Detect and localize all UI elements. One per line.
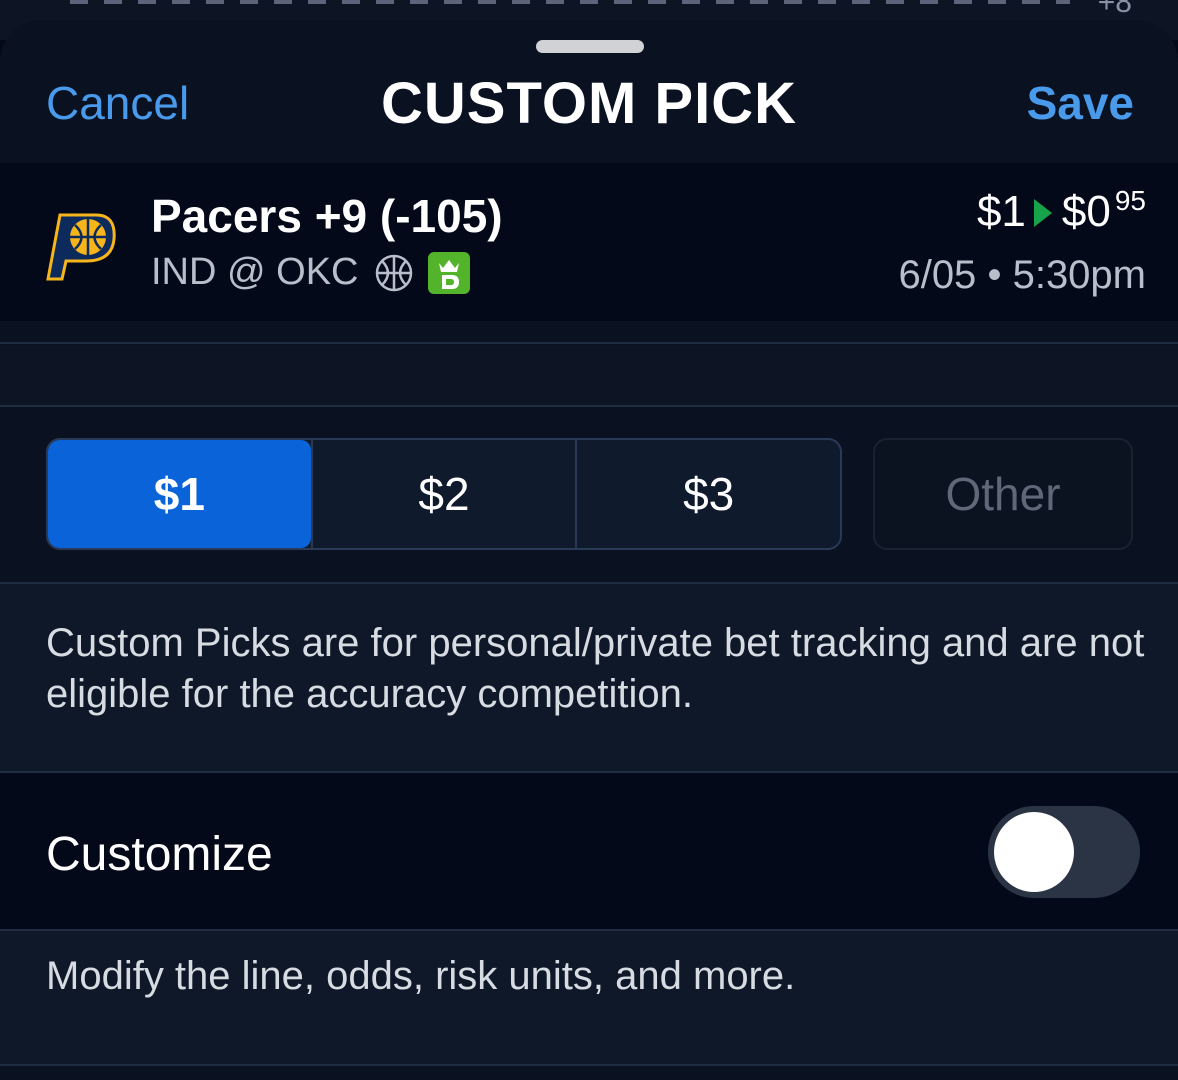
toggle-knob — [994, 812, 1074, 892]
dashed-divider — [70, 0, 1070, 4]
background-badge: +8 — [1097, 0, 1132, 19]
risk-amount-selector: $1 $2 $3 — [46, 438, 842, 550]
divider — [0, 342, 1178, 344]
pick-summary: Pacers +9 (-105) IND @ OKC $1 $0 95 6/05… — [0, 163, 1178, 321]
play-arrow-icon — [1033, 199, 1052, 227]
win-amount: $0 — [1061, 187, 1111, 236]
custom-pick-note: Custom Picks are for personal/private be… — [46, 621, 1145, 716]
payout: $1 $0 95 — [976, 185, 1146, 237]
customize-label: Customize — [46, 828, 273, 881]
matchup: IND @ OKC — [151, 251, 359, 293]
win-cents: 95 — [1114, 185, 1146, 216]
page-title: CUSTOM PICK — [381, 71, 797, 136]
amount-option-2[interactable]: $2 — [310, 440, 576, 548]
risk-amount: $1 — [976, 187, 1026, 236]
pick-matchup-line: IND @ OKC — [151, 251, 471, 294]
pacers-logo-icon — [46, 213, 116, 281]
pick-date: 6/05 — [898, 253, 977, 297]
amount-option-1[interactable]: $1 — [48, 440, 311, 548]
divider — [0, 1064, 1178, 1066]
divider — [0, 405, 1178, 407]
customize-description: Modify the line, odds, risk units, and m… — [46, 954, 796, 998]
sheet-header: Cancel CUSTOM PICK Save — [0, 20, 1178, 181]
customize-toggle[interactable] — [988, 806, 1140, 898]
save-button[interactable]: Save — [1027, 76, 1134, 130]
section-spacer — [0, 345, 1178, 406]
customize-row: Customize — [0, 773, 1178, 929]
draftkings-icon — [428, 251, 471, 294]
basketball-icon — [376, 254, 413, 291]
other-amount-button[interactable]: Other — [873, 438, 1133, 550]
pick-datetime: 6/05 • 5:30pm — [898, 253, 1146, 298]
pick-time: 5:30pm — [1012, 253, 1146, 297]
amount-option-3[interactable]: $3 — [575, 440, 840, 548]
dot-separator: • — [987, 253, 1002, 297]
pick-title: Pacers +9 (-105) — [151, 190, 503, 242]
